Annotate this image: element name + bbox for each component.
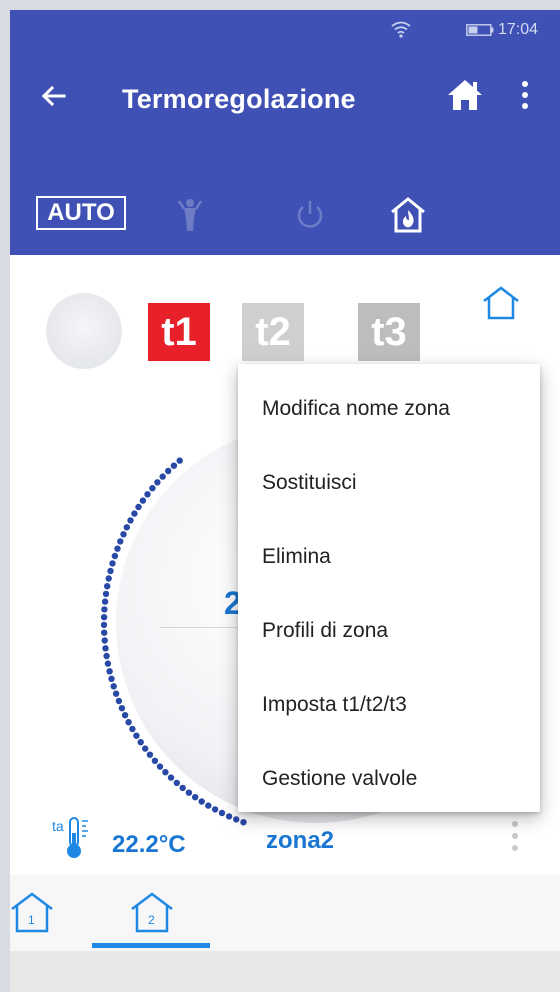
- dial-dot: [104, 660, 112, 667]
- home-icon[interactable]: [446, 78, 484, 112]
- status-bar: 17:04: [10, 10, 560, 50]
- dial-dot: [114, 545, 121, 552]
- menu-item-valve-management[interactable]: Gestione valvole: [238, 742, 540, 816]
- menu-item-set-t1t2t3[interactable]: Imposta t1/t2/t3: [238, 668, 540, 742]
- dial-dot: [211, 806, 219, 813]
- menu-item-replace[interactable]: Sostituisci: [238, 446, 540, 520]
- dial-dot: [110, 683, 117, 690]
- dial-dot: [205, 802, 212, 809]
- dial-dot: [118, 705, 126, 712]
- tab-zone-1[interactable]: 1: [10, 891, 54, 935]
- dial-dot: [117, 538, 124, 545]
- thermometer-icon: ta: [52, 817, 88, 858]
- dial-dot: [170, 462, 178, 469]
- dial-dot: [233, 816, 240, 823]
- menu-item-zone-profiles[interactable]: Profili di zona: [238, 594, 540, 668]
- dial-dot: [198, 798, 205, 805]
- dial-dot: [139, 497, 147, 504]
- dial-dot: [109, 560, 116, 567]
- dial-dot: [121, 712, 129, 719]
- dial-dot: [101, 598, 109, 605]
- manual-person-icon[interactable]: [176, 198, 204, 232]
- dial-dot: [167, 774, 175, 781]
- dial-dot: [112, 690, 120, 697]
- dial-dot: [100, 621, 108, 629]
- zone-mode-indicator[interactable]: [46, 293, 122, 369]
- dial-dot: [142, 745, 149, 752]
- dial-dot: [101, 606, 108, 613]
- dial-dot: [102, 645, 109, 652]
- dial-dot: [225, 813, 233, 820]
- dial-dot: [173, 779, 180, 787]
- dial-dot: [192, 794, 199, 801]
- tab-zone-1-label: 1: [28, 913, 35, 927]
- dial-dot: [120, 531, 127, 538]
- page-title: Termoregolazione: [122, 84, 356, 114]
- house-flame-icon[interactable]: [388, 196, 428, 234]
- dial-dot: [105, 575, 112, 582]
- dial-dot: [240, 819, 247, 826]
- menu-item-rename-zone[interactable]: Modifica nome zona: [238, 372, 540, 446]
- auto-mode-button[interactable]: AUTO: [36, 196, 126, 230]
- dial-dot: [165, 467, 172, 475]
- dial-dot: [115, 697, 123, 705]
- dial-dot: [176, 457, 183, 464]
- zone-house-icon[interactable]: [480, 285, 522, 321]
- dial-dot: [100, 614, 108, 621]
- dial-dot: [111, 552, 119, 560]
- bottom-panel: [10, 951, 560, 992]
- dial-dot: [127, 517, 134, 524]
- dial-dot: [144, 491, 151, 498]
- menu-item-delete[interactable]: Elimina: [238, 520, 540, 594]
- status-time: 17:04: [498, 21, 539, 38]
- dial-dot: [101, 629, 108, 636]
- app-bar: Termoregolazione: [10, 50, 560, 138]
- wifi-icon: [391, 21, 411, 38]
- dial-dot: [156, 763, 164, 770]
- context-menu: Modifica nome zona Sostituisci Elimina P…: [238, 364, 540, 812]
- dial-dot: [101, 637, 108, 644]
- dial-dot: [135, 503, 142, 511]
- dial-dot: [162, 769, 169, 776]
- dial-dot: [151, 757, 159, 764]
- back-arrow-icon[interactable]: [38, 80, 70, 112]
- zone-name[interactable]: zona2: [266, 827, 334, 855]
- zone-1-house-icon: 1: [11, 892, 53, 933]
- ambient-temperature: 22.2°C: [112, 831, 186, 858]
- tab-zone-2-label: 2: [148, 913, 155, 927]
- dial-dot: [137, 739, 144, 746]
- phone-screen: 17:04 Termoregolazione AUTO t1 t2 t3 2 t…: [10, 10, 560, 992]
- dial-dot: [104, 583, 111, 590]
- dial-dot: [185, 789, 193, 796]
- zone-tabs: 1 2: [10, 875, 560, 951]
- ambient-label: ta: [52, 818, 64, 834]
- t2-chip[interactable]: t2: [242, 303, 304, 361]
- dial-dot: [179, 784, 186, 792]
- dial-dot: [123, 524, 130, 531]
- dial-dot: [159, 473, 166, 480]
- selected-tab-indicator: [92, 943, 210, 948]
- dial-dot: [131, 510, 138, 517]
- dial-dot: [146, 751, 154, 758]
- dial-dot: [106, 668, 113, 675]
- dial-dot: [108, 675, 115, 682]
- dial-dot: [149, 485, 156, 492]
- t1-chip[interactable]: t1: [148, 303, 210, 361]
- battery-icon: [466, 24, 494, 36]
- mode-bar: AUTO: [10, 138, 560, 255]
- t3-chip[interactable]: t3: [358, 303, 420, 361]
- tab-zone-2[interactable]: 2: [130, 891, 174, 935]
- power-icon[interactable]: [294, 198, 326, 232]
- dial-dot: [133, 732, 140, 739]
- zone-more-icon[interactable]: [508, 817, 522, 855]
- dial-dot: [102, 590, 110, 598]
- dial-dot: [107, 567, 114, 575]
- zone-2-house-icon: 2: [131, 892, 173, 933]
- dial-dot: [218, 809, 226, 817]
- dial-dot: [154, 479, 161, 486]
- more-vertical-icon[interactable]: [518, 78, 532, 112]
- dial-dot: [129, 725, 136, 733]
- dial-dot: [103, 652, 110, 660]
- dial-dot: [125, 719, 132, 726]
